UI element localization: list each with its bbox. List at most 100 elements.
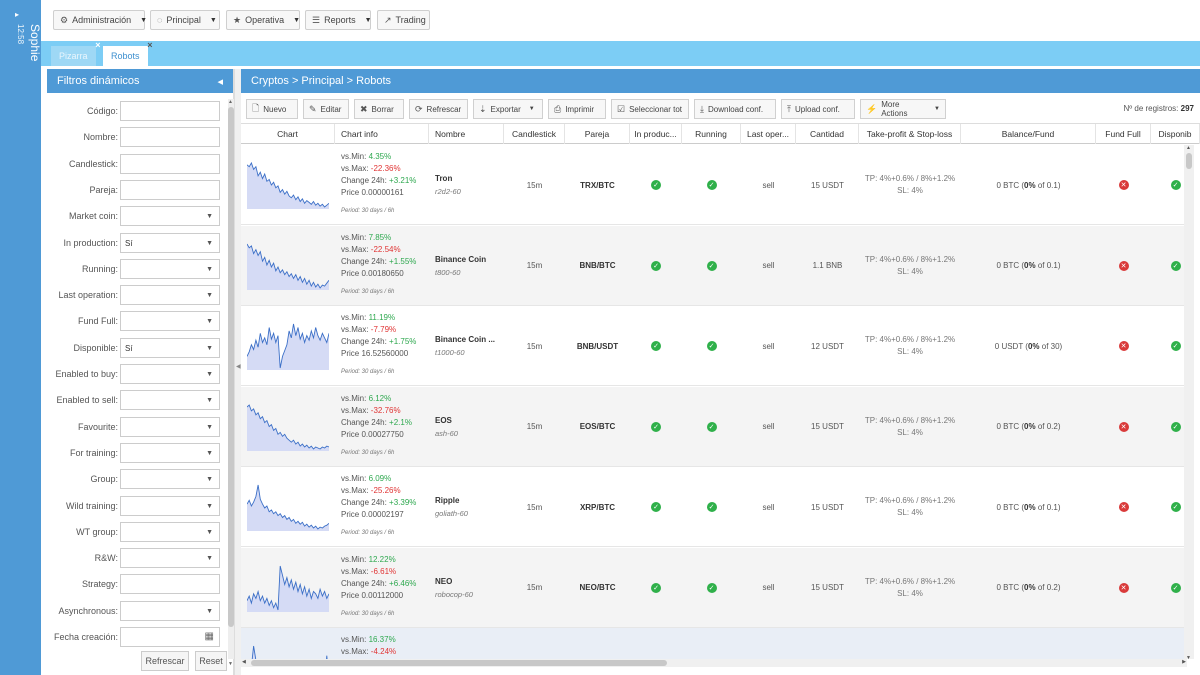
table-cell: ✓: [630, 467, 682, 547]
table-row[interactable]: vs.Min: 11.19% vs.Max: -7.79% Change 24h: …: [241, 306, 1187, 386]
table-horizontal-scrollbar[interactable]: ◀ ▶: [241, 659, 1187, 667]
toolbar-seleccionar-tot-button[interactable]: ☑ Seleccionar tot: [611, 99, 689, 119]
filter-select[interactable]: ▼: [120, 442, 220, 463]
toolbar-editar-button[interactable]: ✎ Editar: [303, 99, 349, 119]
table-row[interactable]: vs.Min: 16.37% vs.Max: -4.24%: [241, 628, 1187, 659]
toolbar-more-actions-button[interactable]: ⚡ More Actions ▼: [860, 99, 946, 119]
filter-input[interactable]: [120, 153, 220, 174]
table-cell: ✓: [682, 306, 741, 386]
column-header[interactable]: Cantidad: [796, 124, 859, 144]
error-circle-icon: ✕: [1118, 341, 1129, 351]
table-cell: 15m: [504, 306, 565, 386]
scroll-up-icon[interactable]: ▲: [228, 99, 233, 105]
toolbar-download-conf-button[interactable]: ⤓ Download conf.: [694, 99, 776, 119]
column-header[interactable]: Balance/Fund: [961, 124, 1096, 144]
column-header[interactable]: Chart info: [335, 124, 429, 144]
table-row[interactable]: vs.Min: 6.09% vs.Max: -25.26% Change 24h: …: [241, 467, 1187, 547]
filter-input[interactable]: [120, 574, 220, 595]
period: Period: 30 days / 6h: [341, 530, 395, 536]
column-header[interactable]: Nombre: [429, 124, 504, 144]
table-cell: ✕: [1096, 467, 1151, 547]
panel-splitter[interactable]: ◀: [234, 69, 241, 675]
table-row[interactable]: vs.Min: 7.85% vs.Max: -22.54% Change 24h: …: [241, 225, 1187, 306]
change-value: +3.21%: [389, 176, 417, 185]
check-circle-icon: ✓: [1170, 180, 1181, 190]
toolbar-nuevo-button[interactable]: 🗋 Nuevo: [246, 99, 298, 119]
filter-select[interactable]: ▼: [120, 495, 220, 516]
last-operation: sell: [762, 180, 775, 190]
table-row[interactable]: vs.Min: 12.22% vs.Max: -6.61% Change 24h: …: [241, 547, 1187, 628]
scroll-down-icon[interactable]: ▼: [228, 661, 233, 667]
filter-select[interactable]: ▼: [120, 285, 220, 306]
user-sidebar[interactable]: ▸ Sophie 12:58: [0, 0, 42, 675]
menu-trading[interactable]: ↗ Trading: [377, 10, 430, 30]
scroll-thumb[interactable]: [1186, 153, 1192, 169]
filter-refresh-button[interactable]: Refrescar: [141, 651, 189, 671]
column-header[interactable]: In produc...: [630, 124, 682, 144]
menu-administración[interactable]: ⚙ Administración ▼: [53, 10, 147, 30]
toolbar-exportar-button[interactable]: ⇣ Exportar ▼: [473, 99, 543, 119]
column-header[interactable]: Running: [682, 124, 741, 144]
expand-arrow-icon[interactable]: ▸: [15, 10, 19, 19]
balance-suffix: of 0.1): [1035, 180, 1061, 190]
table-cell: [429, 628, 504, 659]
scroll-left-icon[interactable]: ◀: [242, 659, 246, 665]
table-row[interactable]: vs.Min: 4.35% vs.Max: -22.36% Change 24h: …: [241, 145, 1187, 225]
filter-select[interactable]: ▼: [120, 206, 220, 227]
filter-select[interactable]: Sí ▼: [120, 232, 220, 253]
toolbar-refrescar-button[interactable]: ⟳ Refrescar: [409, 99, 468, 119]
filter-select[interactable]: ▼: [120, 311, 220, 332]
column-header[interactable]: Disponib: [1151, 124, 1200, 144]
filter-input[interactable]: [120, 179, 220, 200]
table-cell: 15 USDT: [796, 548, 859, 628]
menu-reports[interactable]: ☰ Reports ▼: [305, 10, 372, 30]
collapse-icon[interactable]: ◂: [217, 75, 223, 88]
column-header[interactable]: Last oper...: [741, 124, 796, 144]
menu-label: Administración: [72, 15, 132, 25]
filter-row: R&W: ▼: [47, 548, 222, 569]
robot-name: NEO robocop-60: [435, 577, 473, 599]
filter-select[interactable]: ▼: [120, 600, 220, 621]
column-header[interactable]: Take-profit & Stop-loss: [859, 124, 961, 144]
filter-input[interactable]: [120, 101, 220, 121]
sparkline-area: [247, 243, 329, 290]
scroll-up-icon[interactable]: ▲: [1186, 145, 1191, 151]
filter-select[interactable]: ▼: [120, 469, 220, 490]
scroll-thumb[interactable]: [251, 660, 667, 666]
tab-robots[interactable]: Robots ×: [103, 40, 153, 66]
menu-principal[interactable]: ◌ Principal ▼: [150, 10, 220, 30]
menu-operativa[interactable]: ★ Operativa ▼: [226, 10, 300, 30]
period: Period: 30 days / 6h: [341, 288, 395, 295]
filter-select[interactable]: ▼: [120, 364, 220, 384]
column-header[interactable]: Pareja: [565, 124, 630, 144]
column-header[interactable]: Chart: [241, 124, 335, 144]
toolbar-upload-conf-button[interactable]: ⤒ Upload conf.: [781, 99, 855, 119]
filter-select[interactable]: Sí ▼: [120, 337, 220, 358]
filter-select[interactable]: ▼: [120, 258, 220, 279]
splitter-arrow-icon[interactable]: ◀: [236, 363, 241, 370]
tab-pizarra[interactable]: Pizarra ×: [51, 40, 101, 66]
close-icon[interactable]: ×: [95, 40, 100, 50]
filter-row: In production: Sí ▼: [47, 232, 222, 253]
filter-date-field[interactable]: ▦: [120, 627, 220, 647]
column-header[interactable]: Candlestick: [504, 124, 565, 144]
filter-select[interactable]: ▼: [120, 521, 220, 542]
filter-select[interactable]: ▼: [120, 416, 220, 437]
top-menu: ⚙ Administración ▼ ◌ Principal ▼ ★ Operativa ▼ ☰ R…: [41, 0, 1200, 40]
filter-select[interactable]: ▼: [120, 390, 220, 411]
table-cell: ✓: [1151, 226, 1187, 306]
filter-select[interactable]: ▼: [120, 548, 220, 569]
column-header[interactable]: Fund Full: [1096, 124, 1151, 144]
close-icon[interactable]: ×: [147, 40, 152, 50]
scroll-right-icon[interactable]: ▶: [1182, 659, 1186, 665]
toolbar-imprimir-button[interactable]: ⎙ Imprimir: [548, 99, 606, 119]
calendar-icon[interactable]: ▦: [205, 631, 214, 642]
table-row[interactable]: vs.Min: 6.12% vs.Max: -32.76% Change 24h: …: [241, 386, 1187, 467]
sparkline-chart: [247, 565, 329, 612]
filter-input[interactable]: [120, 127, 220, 148]
filter-reset-button[interactable]: Reset: [195, 651, 227, 671]
chevron-down-icon: ▼: [206, 528, 213, 536]
table-vertical-scrollbar[interactable]: ▲ ▼: [1184, 145, 1194, 661]
change-label: Change 24h:: [341, 176, 390, 185]
toolbar-borrar-button[interactable]: ✖ Borrar: [354, 99, 404, 119]
